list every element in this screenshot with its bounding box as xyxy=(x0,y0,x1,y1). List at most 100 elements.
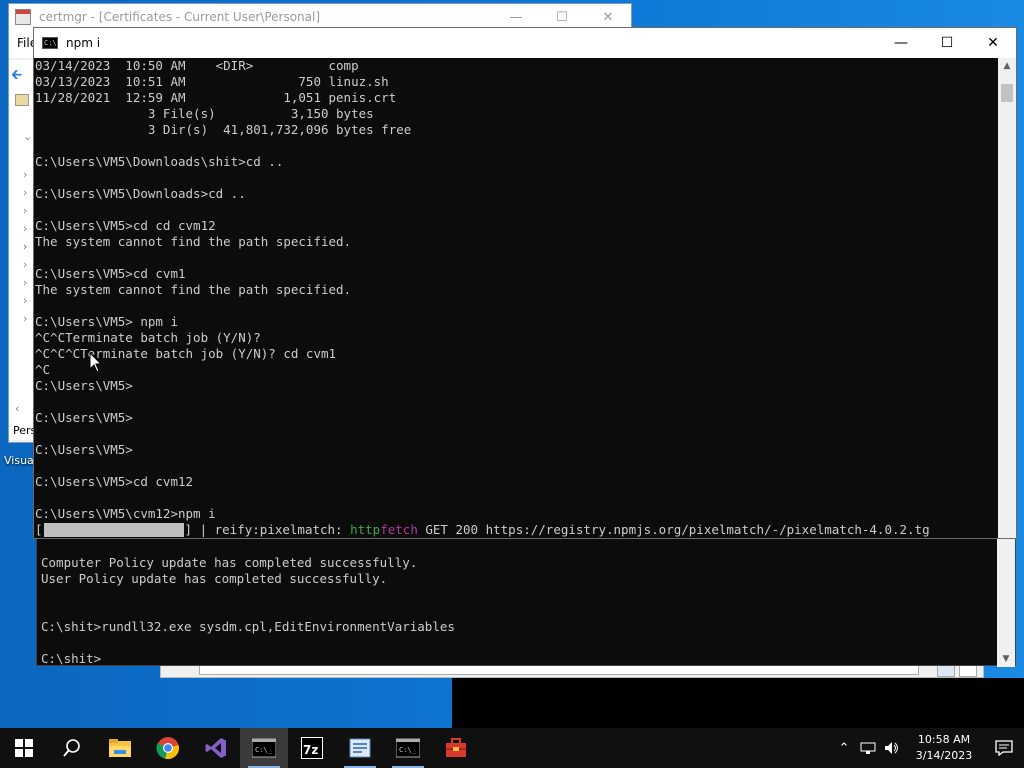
progress-http: http xyxy=(350,522,381,537)
terminal-line: 03/13/2023 10:51 AM 750 linuz.sh xyxy=(35,74,389,89)
cmd-window[interactable]: C:\ npm i — ☐ ✕ 03/14/2023 10:50 AM <DIR… xyxy=(33,27,1017,539)
visual-studio-icon xyxy=(205,738,226,758)
terminal-line: 11/28/2021 12:59 AM 1,051 penis.crt xyxy=(35,90,397,105)
file-explorer-icon xyxy=(109,739,131,757)
progress-fetch: fetch xyxy=(380,522,418,537)
scroll-up-icon[interactable]: ▲ xyxy=(998,58,1016,74)
clock-date: 3/14/2023 xyxy=(915,749,973,762)
maximize-button[interactable]: ☐ xyxy=(924,28,970,58)
cmd-icon: C:\_ xyxy=(396,738,420,758)
cmd-scrollbar[interactable]: ▲ xyxy=(998,58,1016,538)
taskbar-cmd-active[interactable]: C:\_ xyxy=(240,728,288,768)
network-icon[interactable] xyxy=(856,728,880,768)
terminal-line: C:\Users\VM5> xyxy=(35,410,133,425)
terminal-line: C:\Users\VM5> xyxy=(35,378,133,393)
toolbox-icon xyxy=(446,738,466,757)
progress-open: [ xyxy=(35,522,43,537)
terminal-line: User Policy update has completed success… xyxy=(41,571,388,586)
terminal-line: 3 Dir(s) 41,801,732,096 bytes free xyxy=(35,122,412,137)
terminal-line: C:\shit>rundll32.exe sysdm.cpl,EditEnvir… xyxy=(41,619,455,634)
chevron-up-icon[interactable]: ⌃ xyxy=(832,728,856,768)
console-window-secondary[interactable]: Computer Policy update has completed suc… xyxy=(36,536,1016,667)
certmgr-title: certmgr - [Certificates - Current User\P… xyxy=(39,10,321,24)
console2-scrollbar[interactable]: ▼ xyxy=(997,537,1015,667)
taskbar-chrome[interactable] xyxy=(144,728,192,768)
terminal-line: C:\Users\VM5\Downloads>cd .. xyxy=(35,186,246,201)
taskbar-toolbox[interactable] xyxy=(432,728,480,768)
minimize-button[interactable]: — xyxy=(878,28,924,58)
progress-url: GET 200 https://registry.npmjs.org/pixel… xyxy=(417,522,930,537)
terminal-line: ^C^C^CTerminate batch job (Y/N)? cd cvm1 xyxy=(35,346,337,361)
chevron-right-icon[interactable]: › xyxy=(23,276,27,289)
terminal-line: C:\Users\VM5>cd cd cvm12 xyxy=(35,218,216,233)
chevron-right-icon[interactable]: › xyxy=(23,312,27,325)
taskbar-visual-studio[interactable] xyxy=(192,728,240,768)
close-button[interactable]: ✕ xyxy=(970,28,1016,58)
windows-logo-icon xyxy=(15,739,33,757)
cmd-titlebar[interactable]: C:\ npm i — ☐ ✕ xyxy=(34,28,1016,58)
chrome-icon xyxy=(156,737,179,759)
system-tray: ⌃ 10:58 AM 3/14/2023 xyxy=(832,728,1024,768)
chevron-right-icon[interactable]: › xyxy=(23,204,27,217)
clock[interactable]: 10:58 AM 3/14/2023 xyxy=(904,732,984,764)
chevron-right-icon[interactable]: › xyxy=(23,294,27,307)
chevron-right-icon[interactable]: › xyxy=(23,240,27,253)
cmd-icon: C:\_ xyxy=(252,738,276,758)
desktop-icon-label[interactable]: Visua xyxy=(4,454,34,467)
svg-text:C:\_: C:\_ xyxy=(255,746,273,754)
certmgr-tree[interactable]: 🡰 ⌄ › › › › › › › › › ‹ Pers xyxy=(9,60,36,440)
chevron-right-icon[interactable]: › xyxy=(23,186,27,199)
taskbar-file-explorer[interactable] xyxy=(96,728,144,768)
console2-output: Computer Policy update has completed suc… xyxy=(40,555,455,667)
terminal-line: C:\Users\VM5>cd cvm12 xyxy=(35,474,194,489)
terminal-line: C:\shit> xyxy=(41,651,102,666)
terminal-line: The system cannot find the path specifie… xyxy=(35,282,352,297)
chevron-right-icon[interactable]: › xyxy=(23,222,27,235)
terminal-line: Computer Policy update has completed suc… xyxy=(41,555,418,570)
taskbar-7zip[interactable]: 7z xyxy=(288,728,336,768)
chevron-down-icon[interactable]: ⌄ xyxy=(23,130,32,143)
chevron-right-icon[interactable]: › xyxy=(23,258,27,271)
terminal-line: C:\Users\VM5\cvm12>npm i xyxy=(35,506,216,521)
taskbar-certmgr[interactable] xyxy=(336,728,384,768)
clock-time: 10:58 AM xyxy=(917,733,971,746)
certmgr-app-icon xyxy=(15,9,31,25)
taskbar-cmd-second[interactable]: C:\_ xyxy=(384,728,432,768)
start-button[interactable] xyxy=(0,728,48,768)
terminal-lines: 03/14/2023 10:50 AM <DIR> comp 03/13/2023… xyxy=(34,58,998,522)
scroll-thumb[interactable] xyxy=(1001,84,1013,102)
background-window xyxy=(452,678,1024,728)
terminal-line: 03/14/2023 10:50 AM <DIR> comp xyxy=(35,58,359,73)
scroll-down-icon[interactable]: ▼ xyxy=(997,651,1015,667)
notifications-icon[interactable] xyxy=(984,728,1024,768)
cmd-app-icon: C:\ xyxy=(42,37,58,49)
terminal-line: C:\Users\VM5\Downloads\shit>cd .. xyxy=(35,154,284,169)
chevron-right-icon[interactable]: › xyxy=(23,168,27,181)
terminal-line: ^C xyxy=(35,362,51,377)
7zip-icon: 7z xyxy=(301,737,323,759)
npm-progress-line: [] | reify:pixelmatch: http fetch GET 20… xyxy=(34,522,998,538)
progress-bar xyxy=(43,523,184,537)
terminal-line: 3 File(s) 3,150 bytes xyxy=(35,106,374,121)
svg-text:7z: 7z xyxy=(303,743,318,757)
terminal-output[interactable]: 03/14/2023 10:50 AM <DIR> comp 03/13/2023… xyxy=(34,58,998,538)
volume-icon[interactable] xyxy=(880,728,904,768)
terminal-line: C:\Users\VM5> xyxy=(35,442,133,457)
back-arrow-icon[interactable]: 🡰 xyxy=(11,64,29,83)
mouse-cursor-icon xyxy=(89,352,103,373)
folder-icon xyxy=(15,94,29,106)
terminal-line: C:\Users\VM5> npm i xyxy=(35,314,178,329)
scroll-left-icon[interactable]: ‹ xyxy=(15,402,19,415)
search-button[interactable] xyxy=(48,728,96,768)
